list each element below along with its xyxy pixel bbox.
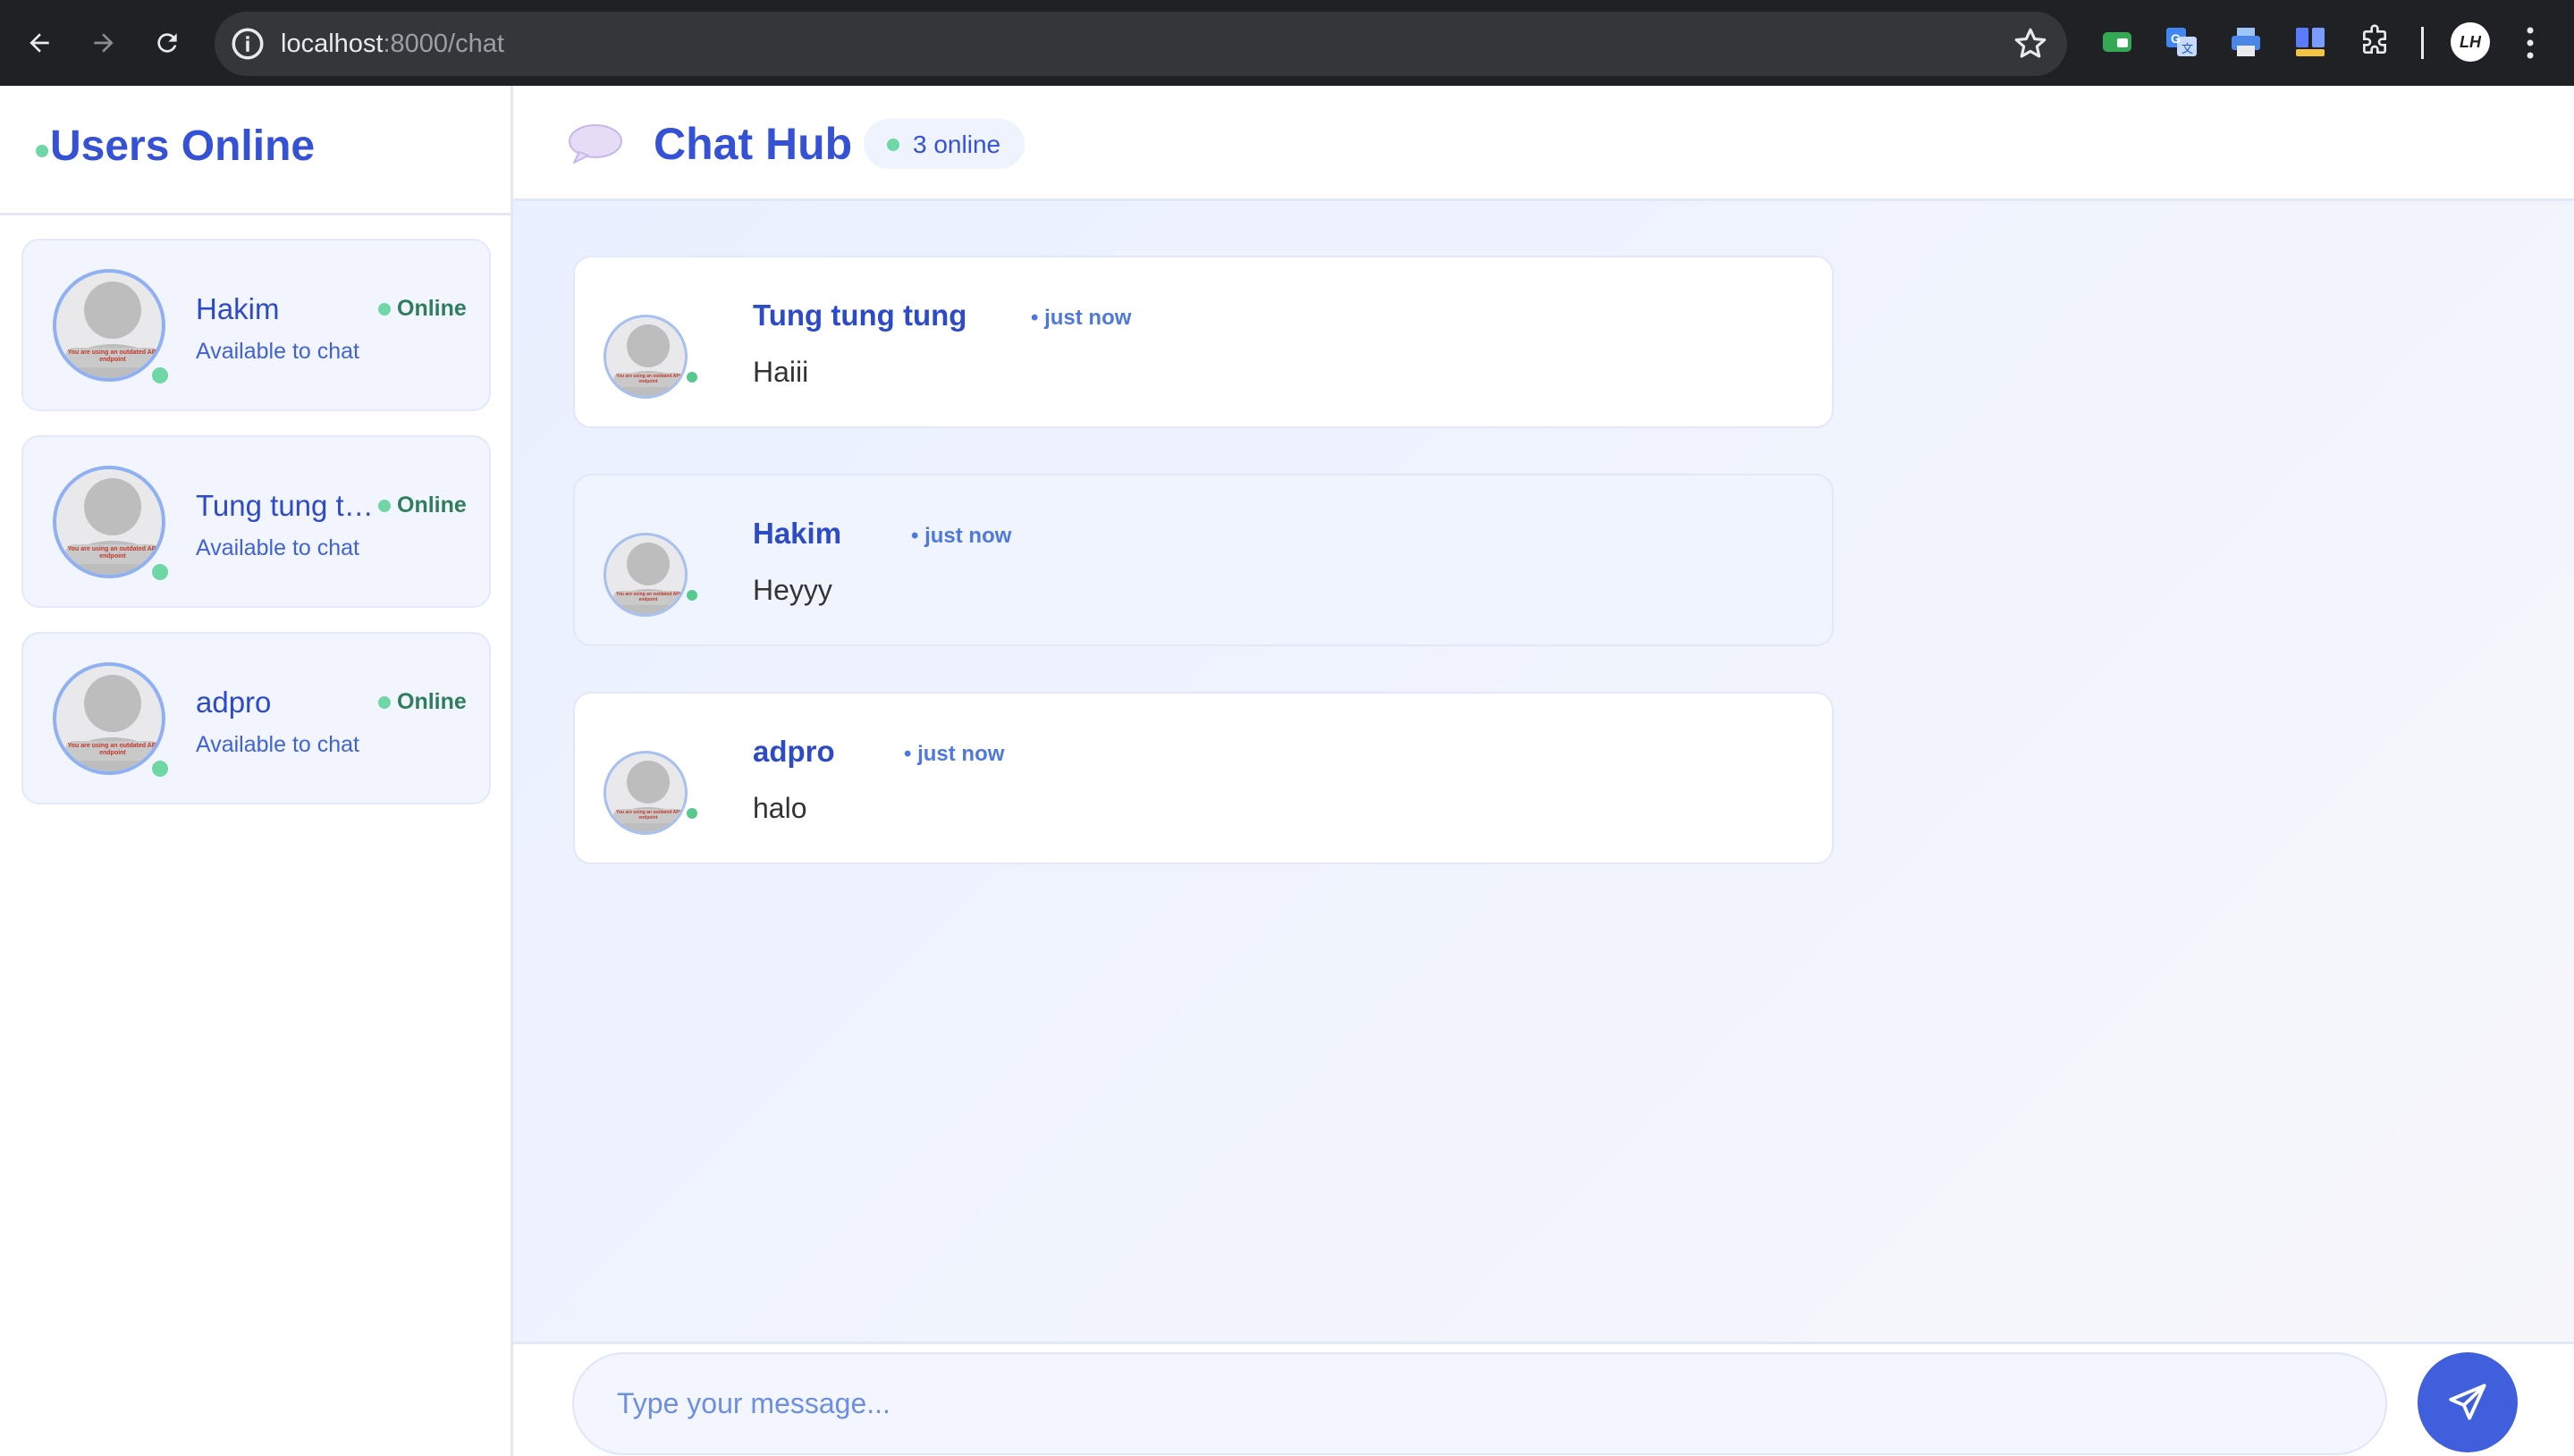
message-avatar: You are using an outdated API endpoint — [603, 751, 688, 835]
message-author: adpro — [753, 735, 835, 768]
toolbar-divider — [2421, 27, 2424, 59]
forward-button[interactable] — [82, 21, 125, 64]
message-text: halo — [753, 792, 807, 824]
avatar-warning-text: You are using an outdated API endpoint — [65, 544, 160, 564]
user-avatar: You are using an outdated API endpoint — [53, 269, 165, 382]
forward-arrow-icon — [94, 33, 114, 53]
messages-list: You are using an outdated API endpoint T… — [513, 201, 2574, 1342]
message-status-dot — [683, 368, 701, 386]
user-name: Hakim — [196, 292, 280, 325]
online-dot — [378, 696, 391, 709]
message-item: You are using an outdated API endpoint a… — [573, 692, 1834, 864]
extensions-puzzle-icon[interactable] — [2357, 24, 2393, 60]
sidebar-header: Users Online — [0, 86, 511, 215]
user-status-dot — [148, 560, 172, 584]
user-status-dot — [148, 364, 172, 387]
chat-main: Chat Hub 3 online You are using an outda… — [513, 86, 2574, 1456]
bookmark-star-icon[interactable] — [2012, 25, 2049, 63]
user-subtitle: Available to chat — [196, 339, 359, 364]
reload-icon — [157, 33, 177, 53]
message-timestamp: • just now — [1031, 306, 1132, 330]
avatar-warning-text: You are using an outdated API endpoint — [65, 741, 160, 761]
svg-text:文: 文 — [2182, 42, 2193, 55]
message-status-dot — [683, 586, 701, 604]
online-indicator-dot — [36, 145, 48, 157]
user-name: Tung tung tung — [196, 489, 375, 522]
url-path: :8000/chat — [383, 29, 504, 58]
address-bar[interactable]: localhost:8000/chat — [215, 12, 2067, 76]
user-subtitle: Available to chat — [196, 535, 359, 560]
online-dot — [378, 303, 391, 316]
user-status-dot — [148, 757, 172, 780]
team-extension-icon[interactable] — [2292, 24, 2328, 60]
send-button[interactable] — [2418, 1352, 2518, 1452]
extension-green-icon[interactable] — [2099, 24, 2135, 60]
reload-button[interactable] — [146, 21, 189, 64]
message-author: Tung tung tung — [753, 299, 967, 332]
back-button[interactable] — [18, 21, 61, 64]
message-avatar: You are using an outdated API endpoint — [603, 315, 688, 399]
message-status-dot — [683, 804, 701, 822]
browser-toolbar: localhost:8000/chat G文 LH — [0, 0, 2574, 86]
url-text: localhost:8000/chat — [281, 12, 504, 76]
printer-extension-icon[interactable] — [2228, 24, 2264, 60]
browser-menu-icon[interactable] — [2521, 25, 2539, 61]
message-item: You are using an outdated API endpoint H… — [573, 474, 1834, 646]
online-dot — [378, 500, 391, 512]
user-subtitle: Available to chat — [196, 732, 359, 757]
back-arrow-icon — [30, 33, 49, 53]
url-host: localhost — [281, 29, 384, 58]
translate-extension-icon[interactable]: G文 — [2164, 24, 2199, 60]
online-dot — [887, 139, 899, 151]
user-avatar: You are using an outdated API endpoint — [53, 662, 165, 775]
avatar-warning-text: You are using an outdated API endpoint — [613, 373, 683, 387]
speech-bubble-icon — [569, 124, 622, 164]
message-text: Heyyy — [753, 574, 832, 606]
svg-text:G: G — [2171, 31, 2181, 46]
avatar-warning-text: You are using an outdated API endpoint — [65, 348, 160, 367]
online-count-text: 3 online — [913, 130, 1001, 158]
chat-header: Chat Hub 3 online — [513, 86, 2574, 201]
message-avatar: You are using an outdated API endpoint — [603, 533, 688, 617]
send-icon — [2449, 1384, 2486, 1420]
user-avatar: You are using an outdated API endpoint — [53, 466, 165, 578]
user-card-tung-tung-tung[interactable]: You are using an outdated API endpoint T… — [21, 435, 491, 608]
message-composer — [513, 1342, 2574, 1456]
users-sidebar: Users Online You are using an outdated A… — [0, 86, 513, 1456]
online-status: Online — [397, 689, 467, 714]
page-title: Chat Hub — [654, 119, 853, 169]
message-item: You are using an outdated API endpoint T… — [573, 256, 1834, 428]
avatar-warning-text: You are using an outdated API endpoint — [613, 591, 683, 605]
online-status: Online — [397, 296, 467, 321]
user-name: adpro — [196, 686, 272, 719]
sidebar-title: Users Online — [50, 122, 316, 170]
message-timestamp: • just now — [904, 742, 1005, 766]
message-text: Haiii — [753, 356, 809, 388]
user-card-hakim[interactable]: You are using an outdated API endpoint H… — [21, 239, 491, 411]
message-input[interactable] — [572, 1352, 2387, 1455]
online-count-badge: 3 online — [864, 119, 1025, 169]
message-timestamp: • just now — [911, 524, 1012, 548]
message-author: Hakim — [753, 517, 842, 550]
site-info-icon[interactable] — [229, 25, 266, 63]
avatar-warning-text: You are using an outdated API endpoint — [613, 809, 683, 823]
user-card-adpro[interactable]: You are using an outdated API endpoint a… — [21, 632, 491, 804]
profile-avatar[interactable]: LH — [2451, 22, 2490, 62]
online-status: Online — [397, 492, 467, 518]
